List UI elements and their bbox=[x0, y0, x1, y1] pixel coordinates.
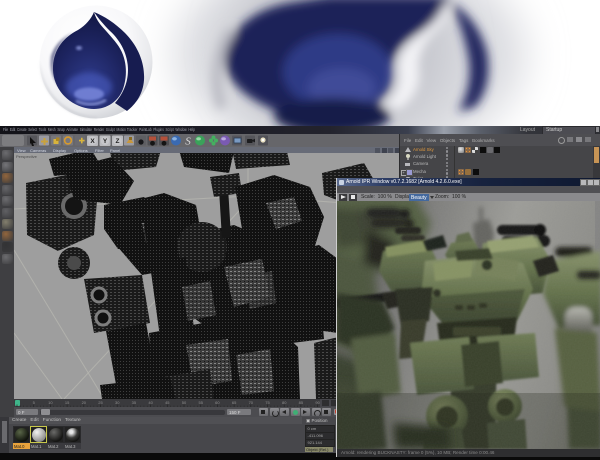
svg-text:45: 45 bbox=[165, 400, 170, 405]
svg-text:5: 5 bbox=[33, 400, 36, 405]
svg-text:X: X bbox=[90, 138, 95, 145]
svg-text:Z: Z bbox=[116, 138, 120, 145]
svg-text:75: 75 bbox=[265, 400, 270, 405]
svg-text:90: 90 bbox=[315, 400, 320, 405]
svg-text:10: 10 bbox=[48, 400, 53, 405]
svg-text:S: S bbox=[185, 136, 191, 148]
svg-text:85: 85 bbox=[299, 400, 304, 405]
svg-text:30: 30 bbox=[115, 400, 120, 405]
svg-text:25: 25 bbox=[98, 400, 103, 405]
svg-text:15: 15 bbox=[65, 400, 70, 405]
svg-text:65: 65 bbox=[232, 400, 237, 405]
svg-text:50: 50 bbox=[182, 400, 187, 405]
svg-text:80: 80 bbox=[282, 400, 287, 405]
svg-text:60: 60 bbox=[215, 400, 220, 405]
svg-text:20: 20 bbox=[82, 400, 87, 405]
svg-text:40: 40 bbox=[148, 400, 153, 405]
svg-text:55: 55 bbox=[198, 400, 203, 405]
svg-text:70: 70 bbox=[249, 400, 254, 405]
svg-text:Y: Y bbox=[103, 138, 108, 145]
svg-text:35: 35 bbox=[132, 400, 137, 405]
